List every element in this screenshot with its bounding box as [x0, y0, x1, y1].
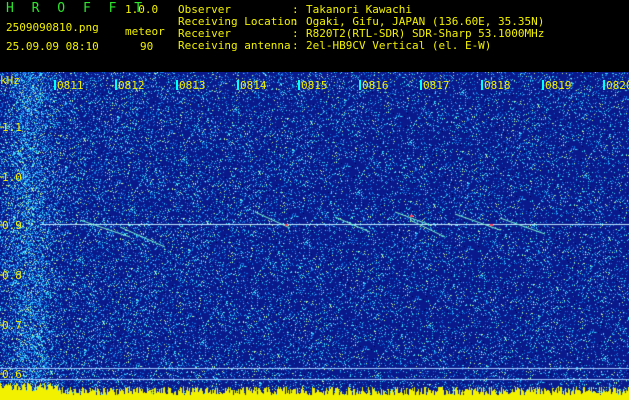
y-tick-label: 0.7: [2, 319, 22, 332]
y-unit-label: kHz: [0, 74, 20, 87]
time-tick-label: 0814: [240, 79, 267, 92]
spectrogram-overlay: kHz 1.1 1.0 0.9 0.8 0.7 0.6 0811 0812 0813 0814 0…: [0, 74, 629, 381]
time-tick-label: 0819: [545, 79, 572, 92]
antenna-value: 2el-HB9CV Vertical (el. E-W): [306, 39, 492, 52]
y-tick-label: 1.0: [2, 171, 22, 184]
time-tick-label: 0813: [179, 79, 206, 92]
time-tick-label: 0817: [423, 79, 450, 92]
time-tick-label: 0815: [301, 79, 328, 92]
app-version: 1.0.0: [125, 3, 159, 16]
y-tick-label: 1.1: [2, 121, 22, 134]
meteor-count: 90: [140, 40, 154, 53]
file-name: 2509090810.png: [6, 21, 99, 34]
time-tick-label: 0812: [118, 79, 145, 92]
y-tick-label: 0.9: [2, 219, 22, 232]
time-tick-label: 0820: [606, 79, 629, 92]
meteor-label: meteor: [125, 25, 165, 38]
header-panel: H R O F F T 1.0.0 2509090810.png meteor …: [0, 0, 629, 72]
antenna-key: Receiving antenna: [178, 39, 291, 52]
time-tick-label: 0816: [362, 79, 389, 92]
time-tick-label: 0818: [484, 79, 511, 92]
y-tick-label: 0.6: [2, 368, 22, 381]
y-tick-label: 0.8: [2, 269, 22, 282]
antenna-colon: :: [292, 39, 299, 52]
time-tick-label: 0811: [57, 79, 84, 92]
spectrogram-panel: kHz 1.1 1.0 0.9 0.8 0.7 0.6 0811 0812 0813 0814 0…: [0, 72, 629, 400]
date-time: 25.09.09 08:10: [6, 40, 99, 53]
